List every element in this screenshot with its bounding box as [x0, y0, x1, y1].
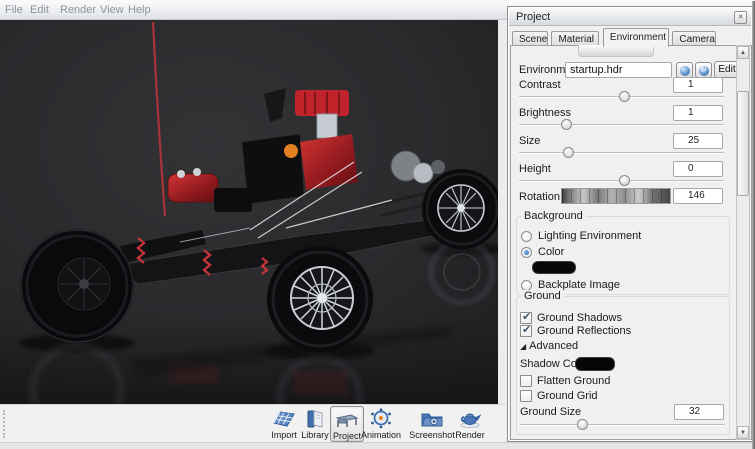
radio-dot	[524, 250, 529, 255]
contrast-label: Contrast	[519, 79, 561, 91]
engine-block	[300, 134, 358, 190]
background-group-title: Background	[521, 210, 586, 222]
rotation-value-field[interactable]: 146	[673, 188, 723, 204]
toolbar-grip[interactable]	[3, 410, 7, 438]
height-label: Height	[519, 163, 551, 175]
color-radio[interactable]	[521, 247, 532, 258]
panel-title: Project	[516, 11, 550, 23]
flatten-ground-label: Flatten Ground	[537, 375, 610, 387]
engine-head-red	[295, 90, 349, 116]
ground-size-value-field[interactable]: 32	[674, 404, 724, 420]
scroll-down-icon[interactable]: ▼	[737, 426, 749, 439]
slider-thumb[interactable]	[619, 175, 630, 186]
library-button[interactable]: Library	[295, 406, 335, 442]
animation-icon	[368, 408, 394, 430]
brightness-slider[interactable]	[519, 119, 724, 130]
animation-button[interactable]: Animation	[357, 406, 405, 442]
shadow-color-swatch[interactable]	[575, 357, 615, 371]
wheel-front-left	[267, 246, 373, 352]
rotation-label: Rotation:	[519, 191, 563, 203]
environment-file-field[interactable]: startup.hdr	[565, 62, 672, 78]
panel-scrollbar[interactable]: ▲ ▼	[736, 45, 750, 440]
ground-shadows-label: Ground Shadows	[537, 312, 622, 324]
lighting-environment-label: Lighting Environment	[538, 230, 641, 242]
menu-file[interactable]: File	[5, 4, 23, 16]
render-label: Render	[450, 430, 490, 440]
ground-reflections-label: Ground Reflections	[537, 325, 631, 337]
application-window: File Edit Render View Help	[0, 0, 755, 449]
sphere-icon	[680, 66, 690, 76]
slider-track	[519, 124, 724, 126]
viewport-3d-render[interactable]	[0, 20, 498, 404]
close-icon[interactable]: ✕	[734, 11, 747, 24]
slider-thumb[interactable]	[577, 419, 588, 430]
scrollbar-thumb[interactable]	[737, 91, 749, 196]
import-icon	[271, 408, 297, 430]
slider-track	[520, 424, 725, 426]
contrast-slider[interactable]	[519, 91, 724, 102]
ground-group: Ground ✔ Ground Shadows ✔ Ground Reflect…	[516, 296, 730, 435]
size-slider[interactable]	[519, 147, 724, 158]
ground-size-slider[interactable]	[520, 419, 725, 430]
exhaust-elbow	[284, 144, 298, 158]
lighting-environment-radio[interactable]	[521, 231, 532, 242]
scroll-up-icon[interactable]: ▲	[737, 46, 749, 59]
load-environment-button[interactable]	[676, 62, 693, 78]
screenshot-icon	[419, 408, 445, 430]
project-panel: Project ✕ Scene Material Environment Cam…	[507, 6, 753, 442]
refresh-environment-button[interactable]: ↻	[695, 62, 712, 78]
menu-help[interactable]: Help	[128, 4, 151, 16]
flatten-ground-checkbox[interactable]: ✔	[520, 375, 532, 387]
library-label: Library	[295, 430, 335, 440]
menu-render[interactable]: Render	[60, 4, 96, 16]
status-bar	[0, 442, 755, 449]
refresh-icon: ↻	[696, 64, 711, 75]
render-button[interactable]: Render	[450, 406, 490, 442]
slider-thumb[interactable]	[619, 91, 630, 102]
advanced-label: Advanced	[529, 340, 578, 352]
check-icon: ✔	[522, 323, 531, 336]
slider-thumb[interactable]	[561, 119, 572, 130]
height-slider[interactable]	[519, 175, 724, 186]
ground-size-label: Ground Size	[520, 406, 581, 418]
slider-thumb[interactable]	[563, 147, 574, 158]
brightness-label: Brightness	[519, 107, 571, 119]
check-icon: ✔	[522, 310, 531, 323]
background-group: Background Lighting Environment Color Ba…	[516, 216, 730, 295]
advanced-expander[interactable]: ◢Advanced	[520, 340, 578, 352]
ground-grid-label: Ground Grid	[537, 390, 598, 402]
tab-environment[interactable]: Environment	[603, 28, 669, 47]
rc-car-render	[0, 20, 498, 404]
rotation-strip-slider[interactable]	[561, 188, 671, 204]
library-icon	[302, 408, 328, 430]
color-label: Color	[538, 246, 564, 258]
wheel-rear-left	[20, 229, 134, 343]
menu-view[interactable]: View	[100, 4, 124, 16]
ground-group-title: Ground	[521, 290, 564, 302]
render-icon	[457, 408, 483, 430]
background-color-swatch[interactable]	[532, 261, 576, 274]
animation-label: Animation	[357, 430, 405, 440]
slider-track	[519, 152, 724, 154]
project-panel-titlebar[interactable]: Project ✕	[509, 8, 751, 26]
panel-tab-bar: Scene Material Environment Camera Settin…	[512, 27, 752, 45]
expander-triangle-icon: ◢	[520, 342, 526, 351]
ground-reflections-checkbox[interactable]: ✔	[520, 325, 532, 337]
menu-edit[interactable]: Edit	[30, 4, 49, 16]
ground-grid-checkbox[interactable]: ✔	[520, 390, 532, 402]
fuel-tank	[168, 174, 218, 202]
bottom-toolbar: Import Library Project	[0, 404, 506, 442]
size-label: Size	[519, 135, 540, 147]
